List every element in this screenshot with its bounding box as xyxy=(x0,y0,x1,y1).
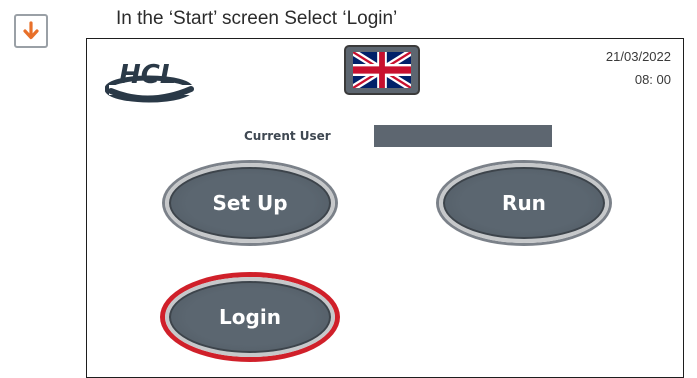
arrow-down-icon xyxy=(23,21,39,40)
run-button[interactable]: Run xyxy=(439,163,609,243)
step-arrow-box xyxy=(14,14,48,48)
current-user-label: Current User xyxy=(244,129,331,143)
setup-button[interactable]: Set Up xyxy=(165,163,335,243)
time-display: 08: 00 xyxy=(634,72,671,87)
date-display: 21/03/2022 xyxy=(605,49,671,64)
current-user-field xyxy=(374,125,552,147)
language-button[interactable] xyxy=(344,45,420,95)
hcl-logo: HCL xyxy=(104,51,197,109)
logo-text: HCL xyxy=(119,60,176,90)
instruction-text: In the ‘Start’ screen Select ‘Login’ xyxy=(116,8,398,29)
uk-flag-icon xyxy=(353,52,411,88)
login-button[interactable]: Login xyxy=(165,277,335,357)
start-screen: HCL 21/03/2022 08: 00 Current User Set U… xyxy=(86,38,684,378)
